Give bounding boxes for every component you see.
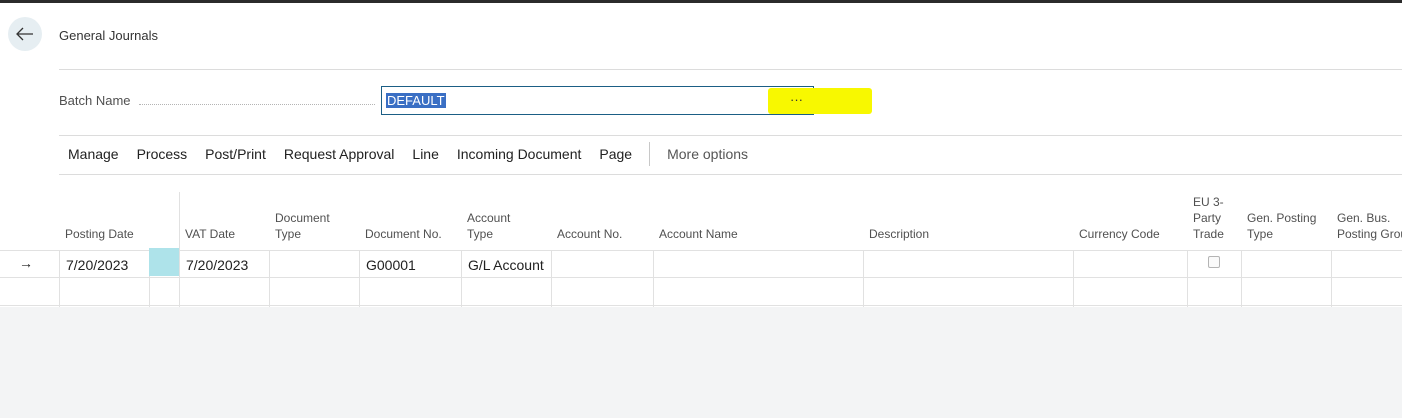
grid-line — [179, 192, 180, 307]
col-vat-date[interactable]: VAT Date — [185, 226, 235, 242]
divider-title — [59, 69, 1402, 70]
grid-line — [59, 250, 60, 307]
eu-3-party-trade-checkbox[interactable] — [1208, 256, 1220, 268]
batch-name-field[interactable]: DEFAULT — [381, 86, 814, 115]
col-currency-code[interactable]: Currency Code — [1079, 226, 1160, 242]
action-request-approval[interactable]: Request Approval — [284, 146, 395, 162]
col-gen-bus-posting-group[interactable]: Gen. Bus. Posting Grou — [1337, 210, 1402, 242]
grid-line — [269, 250, 270, 307]
back-button[interactable] — [8, 17, 42, 51]
grid-line — [461, 250, 462, 307]
action-page[interactable]: Page — [599, 146, 632, 162]
col-account-name[interactable]: Account Name — [659, 226, 738, 242]
action-more-options[interactable]: More options — [667, 146, 748, 162]
action-incoming-document[interactable]: Incoming Document — [457, 146, 582, 162]
action-line[interactable]: Line — [412, 146, 438, 162]
batch-lookup-button[interactable]: ··· — [790, 92, 803, 107]
action-post-print[interactable]: Post/Print — [205, 146, 266, 162]
batch-name-value: DEFAULT — [386, 93, 446, 108]
grid-line — [359, 250, 360, 307]
cell-account-type[interactable]: G/L Account — [468, 257, 544, 273]
grid-line — [1241, 250, 1242, 307]
action-process[interactable]: Process — [137, 146, 188, 162]
action-separator — [649, 142, 651, 166]
label-dots — [139, 97, 375, 105]
row-marker-cell — [149, 248, 179, 276]
col-eu-3-party-trade[interactable]: EU 3-Party Trade — [1193, 194, 1233, 242]
grid-line — [653, 250, 654, 307]
cell-posting-date[interactable]: 7/20/2023 — [66, 257, 128, 273]
grid-header: Posting Date VAT Date Document Type Docu… — [0, 192, 1402, 248]
page-title: General Journals — [59, 28, 158, 43]
cell-vat-date[interactable]: 7/20/2023 — [186, 257, 248, 273]
arrow-left-icon — [16, 27, 33, 41]
cell-document-no[interactable]: G00001 — [366, 257, 416, 273]
action-manage[interactable]: Manage — [68, 146, 119, 162]
col-account-no[interactable]: Account No. — [557, 226, 622, 242]
row-indicator-arrow-icon[interactable]: → — [19, 255, 33, 271]
col-document-no[interactable]: Document No. — [365, 226, 442, 242]
grid-line — [551, 250, 552, 307]
yellow-highlight — [768, 88, 872, 114]
grid-line — [863, 250, 864, 307]
col-gen-posting-type[interactable]: Gen. Posting Type — [1247, 210, 1327, 242]
divider-actions — [59, 174, 1402, 175]
col-account-type[interactable]: Account Type — [467, 210, 537, 242]
col-description[interactable]: Description — [869, 226, 929, 242]
action-bar: Manage Process Post/Print Request Approv… — [59, 142, 757, 166]
table-row-empty[interactable] — [0, 278, 1402, 306]
grid-line — [1073, 250, 1074, 307]
grid-line — [1187, 250, 1188, 307]
grid-line — [1331, 250, 1332, 307]
batch-name-label: Batch Name — [59, 93, 131, 108]
divider-batch — [59, 135, 1402, 136]
col-document-type[interactable]: Document Type — [275, 210, 345, 242]
col-posting-date[interactable]: Posting Date — [65, 226, 134, 242]
